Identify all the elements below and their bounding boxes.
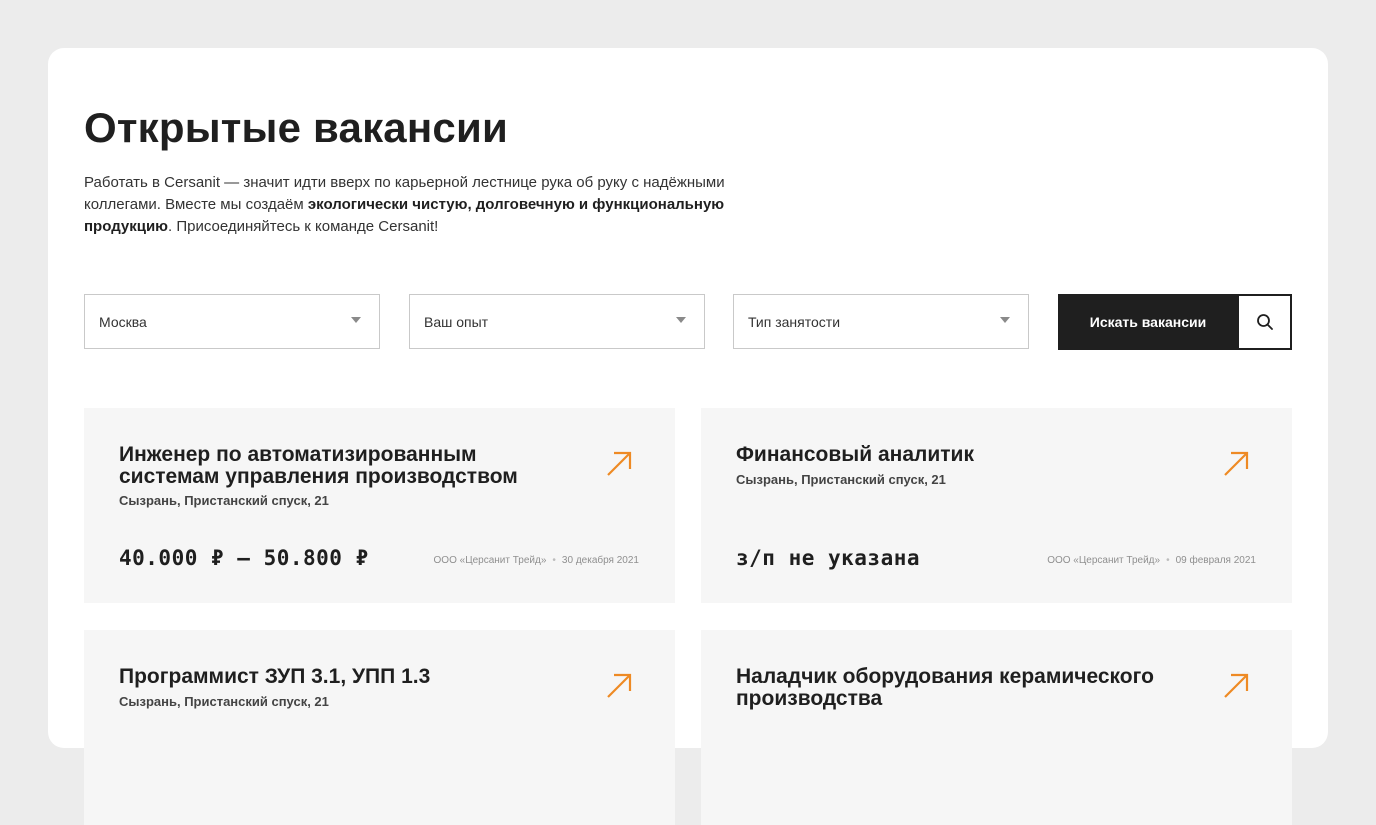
arrow-up-right-icon[interactable] — [605, 672, 633, 700]
vacancy-card-2[interactable]: Финансовый аналитик Сызрань, Пристанский… — [701, 408, 1292, 603]
vacancy-date: 09 февраля 2021 — [1175, 555, 1256, 566]
arrow-up-right-icon[interactable] — [605, 450, 633, 478]
separator-dot: • — [1166, 555, 1170, 566]
arrow-up-right-icon[interactable] — [1222, 672, 1250, 700]
intro-text: Работать в Cersanit — значит идти вверх … — [84, 172, 784, 238]
caret-down-icon — [1000, 317, 1010, 323]
vacancy-salary: 40.000 ₽ – 50.800 ₽ — [119, 546, 369, 570]
caret-down-icon — [351, 317, 361, 323]
vacancy-card-4[interactable]: Наладчик оборудования керамического прои… — [701, 630, 1292, 825]
arrow-up-right-icon[interactable] — [1222, 450, 1250, 478]
experience-select-value: Ваш опыт — [424, 314, 489, 330]
city-select-value: Москва — [99, 314, 147, 330]
page-title: Открытые вакансии — [84, 104, 509, 151]
vacancy-address: Сызрань, Пристанский спуск, 21 — [119, 694, 329, 709]
search-icon — [1256, 314, 1273, 330]
vacancy-date: 30 декабря 2021 — [561, 555, 639, 566]
vacancy-salary: з/п не указана — [736, 546, 921, 570]
vacancy-meta: ООО «Церсанит Трейд» • 09 февраля 2021 — [1047, 555, 1256, 566]
vacancies-panel: Открытые вакансии Работать в Cersanit — … — [48, 48, 1328, 825]
vacancy-title: Инженер по автоматизированным системам у… — [119, 443, 518, 488]
vacancy-title: Наладчик оборудования керамического прои… — [736, 665, 1154, 710]
vacancy-address: Сызрань, Пристанский спуск, 21 — [736, 472, 946, 487]
separator-dot: • — [552, 555, 556, 566]
vacancy-meta: ООО «Церсанит Трейд» • 30 декабря 2021 — [434, 555, 639, 566]
experience-select[interactable]: Ваш опыт — [409, 294, 705, 349]
caret-down-icon — [676, 317, 686, 323]
vacancy-company: ООО «Церсанит Трейд» — [433, 555, 547, 566]
employment-select[interactable]: Тип занятости — [733, 294, 1029, 349]
vacancy-card-1[interactable]: Инженер по автоматизированным системам у… — [84, 408, 675, 603]
search-icon-button[interactable] — [1237, 294, 1292, 350]
intro-text-part2: . Присоединяйтесь к команде Cersanit! — [168, 218, 439, 235]
vacancy-company: ООО «Церсанит Трейд» — [1047, 555, 1161, 566]
search-vacancies-button[interactable]: Искать вакансии — [1058, 294, 1238, 350]
vacancy-card-3[interactable]: Программист ЗУП 3.1, УПП 1.3 Сызрань, Пр… — [84, 630, 675, 825]
vacancy-title: Программист ЗУП 3.1, УПП 1.3 — [119, 665, 431, 688]
employment-select-value: Тип занятости — [748, 314, 841, 330]
vacancy-title: Финансовый аналитик — [736, 443, 974, 466]
city-select[interactable]: Москва — [84, 294, 380, 349]
vacancy-address: Сызрань, Пристанский спуск, 21 — [119, 493, 329, 508]
